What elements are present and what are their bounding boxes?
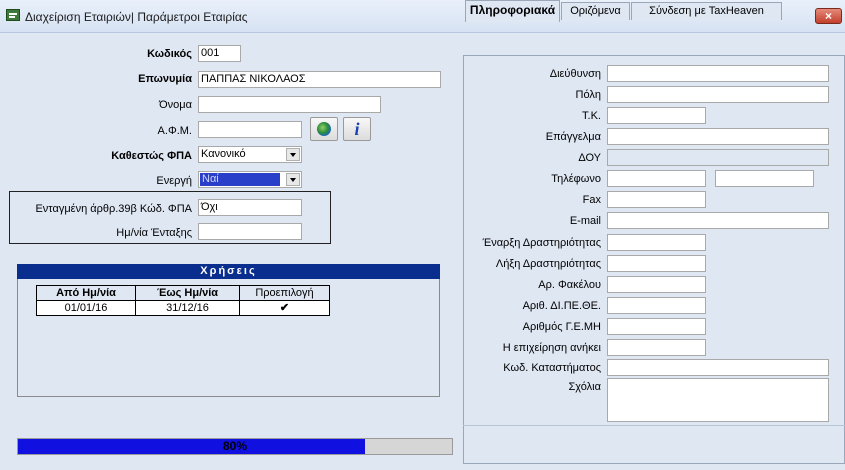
join-date-label: Ημ/νία Ένταξης [116,227,192,239]
profession-field[interactable] [607,128,829,145]
column-header-from[interactable]: Από Ημ/νία [36,285,136,301]
table-row[interactable]: 01/01/16 31/12/16 ✔ [36,300,330,316]
tab-taxheaven[interactable]: Σύνδεση με TaxHeaven [631,2,782,20]
progress-bar: 80% [17,438,453,455]
chevron-down-icon[interactable] [286,173,300,186]
city-field[interactable] [607,86,829,103]
globe-icon [317,122,331,136]
dipethe-field[interactable] [607,297,706,314]
active-select[interactable]: Ναί [198,171,302,188]
address-label: Διεύθυνση [549,68,601,80]
phone-field[interactable] [607,170,706,187]
email-field[interactable] [607,212,829,229]
vat-status-label: Καθεστώς ΦΠΑ [111,150,192,162]
postal-field[interactable] [607,107,706,124]
end-label: Λήξη Δραστηριότητας [495,258,601,270]
doy-label: ΔΟΥ [578,152,601,164]
column-header-default[interactable]: Προεπιλογή [239,285,330,301]
name-label: Επωνυμία [138,73,192,85]
art39-label: Ενταγμένη άρθρ.39β Κώδ. ΦΠΑ [35,203,192,215]
profession-label: Επάγγελμα [545,131,601,143]
end-field[interactable] [607,255,706,272]
tab-panel-divider [463,425,845,426]
window-title: Διαχείριση Εταιριών| Παράμετροι Εταιρίας [25,10,248,24]
first-name-label: Όνομα [159,99,192,111]
phone-label: Τηλέφωνο [551,173,601,185]
tab-info[interactable]: Πληροφοριακά [465,0,560,22]
belongs-label: Η επιχείρηση ανήκει [502,342,601,354]
email-label: E-mail [569,215,601,227]
cell-from[interactable]: 01/01/16 [36,300,136,316]
info-icon: i [354,119,360,139]
gemh-field[interactable] [607,318,706,335]
default-checkbox[interactable]: ✔ [239,300,330,316]
doy-field[interactable] [607,149,829,166]
cell-to[interactable]: 31/12/16 [135,300,240,316]
gemh-label: Αριθμός Γ.Ε.ΜΗ [522,321,601,333]
phone2-field[interactable] [715,170,814,187]
belongs-field[interactable] [607,339,706,356]
fax-field[interactable] [607,191,706,208]
globe-lookup-button[interactable] [310,117,338,141]
usages-table[interactable]: Από Ημ/νία Έως Ημ/νία Προεπιλογή 01/01/1… [36,285,330,316]
first-name-field[interactable] [198,96,381,113]
afm-label: Α.Φ.Μ. [157,125,192,137]
vat-status-value: Κανονικό [201,148,246,160]
store-code-field[interactable] [607,359,829,376]
afm-field[interactable] [198,121,302,138]
start-field[interactable] [607,234,706,251]
start-label: Έναρξη Δραστηριότητας [482,237,601,249]
join-date-field[interactable] [198,223,302,240]
code-label: Κωδικός [147,48,192,60]
comments-label: Σχόλια [568,381,602,393]
art39-field[interactable]: Όχι [198,199,302,216]
tab-custom[interactable]: Οριζόμενα [561,2,630,20]
folder-label: Αρ. Φακέλου [538,279,601,291]
column-header-to[interactable]: Έως Ημ/νία [135,285,240,301]
postal-label: Τ.Κ. [582,110,601,122]
close-button[interactable]: × [815,8,842,24]
fax-label: Fax [582,194,601,206]
info-button[interactable]: i [343,117,371,141]
store-code-label: Κωδ. Καταστήματος [503,362,601,374]
vat-status-select[interactable]: Κανονικό [198,146,302,163]
active-label: Ενεργή [156,175,192,187]
city-label: Πόλη [575,89,601,101]
address-field[interactable] [607,65,829,82]
active-value: Ναί [200,173,280,186]
app-icon [6,9,20,21]
name-field[interactable]: ΠΑΠΠΑΣ ΝΙΚΟΛΑΟΣ [198,71,441,88]
comments-field[interactable] [607,378,829,422]
dipethe-label: Αριθ. ΔΙ.ΠΕ.ΘΕ. [522,300,601,312]
code-field[interactable]: 001 [198,45,241,62]
folder-field[interactable] [607,276,706,293]
chevron-down-icon[interactable] [286,148,300,161]
progress-label: 80% [222,439,248,453]
usages-header: Χρήσεις [17,264,440,279]
